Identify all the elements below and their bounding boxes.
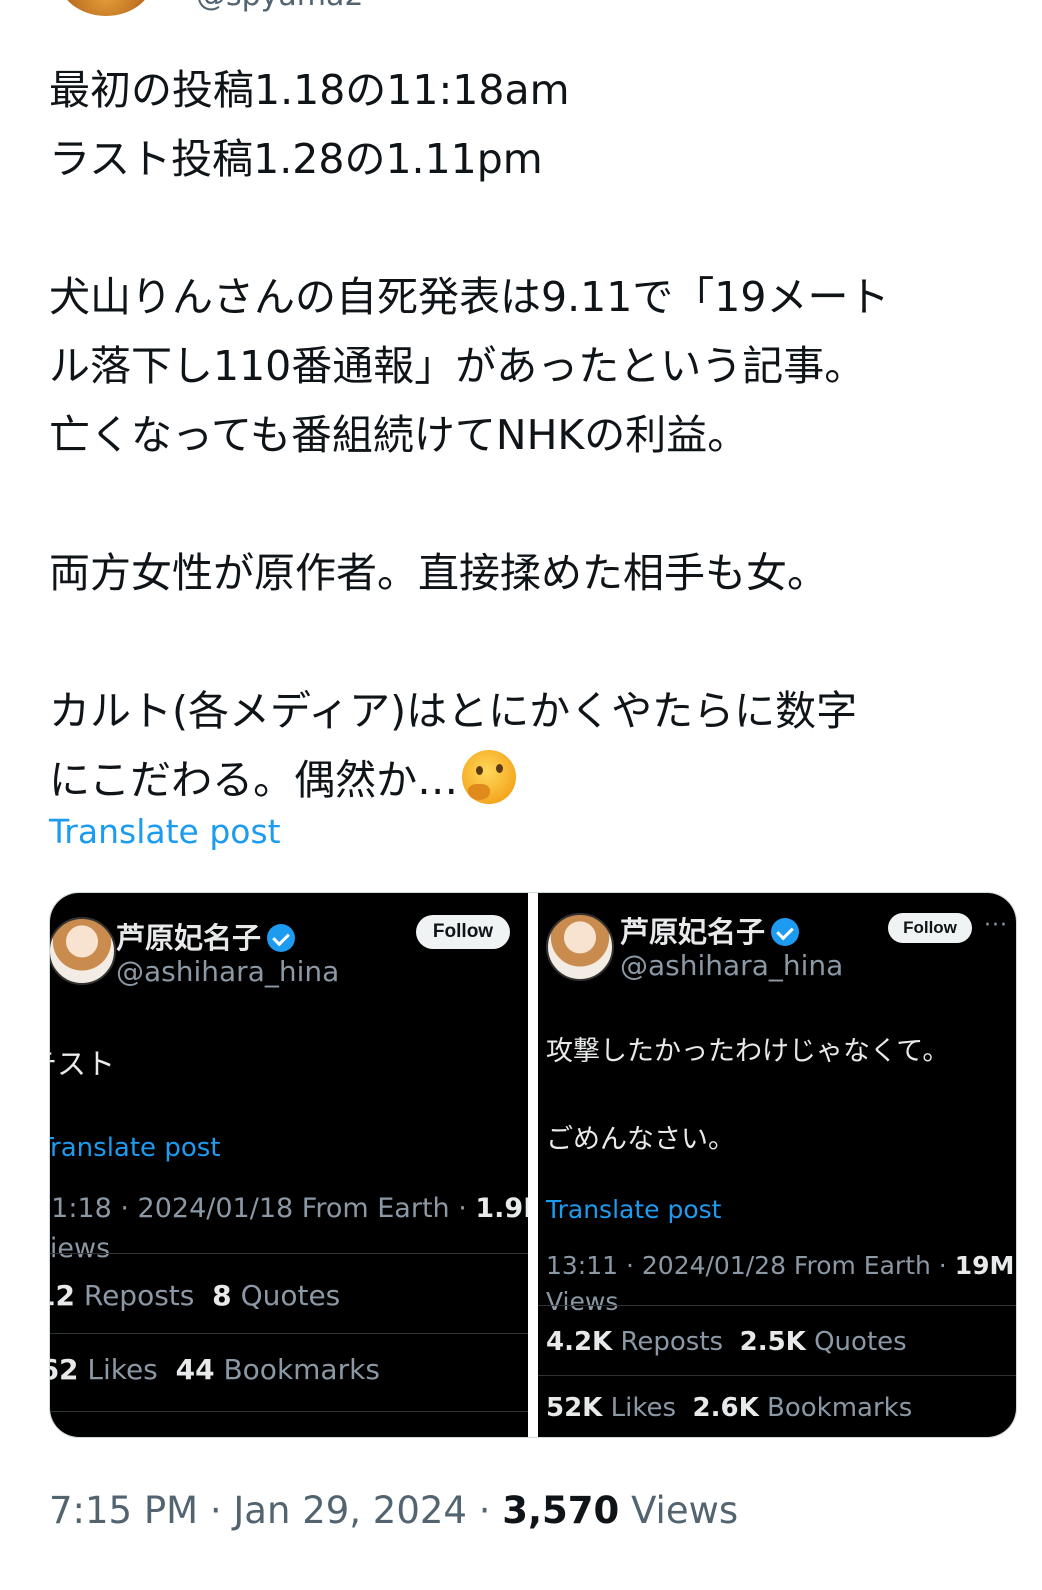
translate-post-link: Translate post (50, 1133, 221, 1163)
like-stats: 52K Likes 2.6K Bookmarks (546, 1393, 913, 1423)
tweet-body: テスト (50, 1047, 116, 1081)
post-line: 最初の投稿1.18の11:18am (49, 66, 570, 114)
post-date[interactable]: Jan 29, 2024 (233, 1489, 467, 1532)
thinking-face-icon (462, 750, 517, 804)
more-options-icon: ··· (984, 913, 1008, 938)
repost-stats: 12 Reposts 8 Quotes (50, 1279, 341, 1312)
tweet-meta: 11:18 · 2024/01/18 From Earth · 1.9M (50, 1193, 528, 1224)
avatar (50, 917, 116, 985)
post-line: 犬山りんさんの自死発表は9.11で「19メート (49, 273, 890, 321)
post-line: ラスト投稿1.28の1.11pm (49, 135, 543, 183)
like-stats: 162 Likes 44 Bookmarks (50, 1353, 380, 1386)
media-grid[interactable]: 芦原妃名子 @ashihara_hina Follow テスト Translat… (49, 892, 1017, 1438)
post-line: カルト(各メディア)はとにかくやたらに数字 (49, 687, 858, 735)
profile-handle: @ashihara_hina (620, 949, 844, 982)
tweet-body-line: 攻撃したかったわけじゃなくて。 (546, 1036, 950, 1067)
profile-handle: @ashihara_hina (116, 955, 340, 988)
follow-button: Follow (416, 915, 510, 949)
screenshot-right[interactable]: 芦原妃名子 @ashihara_hina Follow ··· 攻撃したかったわ… (538, 893, 1016, 1437)
post-line: ル落下し110番通報」があったという記事。 (49, 342, 866, 390)
post-time[interactable]: 7:15 PM (49, 1489, 198, 1532)
post-line-last: にこだわる。偶然か… (49, 746, 999, 815)
profile-name: 芦原妃名子 (116, 915, 296, 957)
translate-post-link: Translate post (546, 1195, 722, 1224)
views-label: Views (546, 1287, 619, 1316)
views-label: Views (50, 1233, 111, 1264)
profile-name: 芦原妃名子 (620, 909, 800, 951)
avatar (546, 913, 614, 981)
tweet-body-line: ごめんなさい。 (546, 1124, 735, 1155)
follow-button: Follow (888, 913, 972, 943)
post-timestamp-views: 7:15 PM · Jan 29, 2024 · 3,570 Views (49, 1489, 739, 1532)
post-text: 最初の投稿1.18の11:18am ラスト投稿1.28の1.11pm 犬山りんさ… (49, 56, 999, 815)
post-line: 両方女性が原作者。直接揉めた相手も女。 (49, 549, 828, 597)
views-label: Views (631, 1489, 739, 1532)
screenshot-left[interactable]: 芦原妃名子 @ashihara_hina Follow テスト Translat… (50, 893, 528, 1437)
post-line: 亡くなっても番組続けてNHKの利益。 (49, 411, 749, 459)
verified-badge-icon (267, 924, 296, 952)
verified-badge-icon (771, 918, 800, 946)
author-avatar[interactable] (58, 0, 154, 16)
author-handle[interactable]: @spyama2 (196, 0, 364, 13)
views-count: 3,570 (502, 1489, 620, 1532)
translate-post-link[interactable]: Translate post (49, 812, 281, 851)
repost-stats: 4.2K Reposts 2.5K Quotes (546, 1327, 907, 1357)
tweet-meta: 13:11 · 2024/01/28 From Earth · 19M (546, 1251, 1015, 1280)
